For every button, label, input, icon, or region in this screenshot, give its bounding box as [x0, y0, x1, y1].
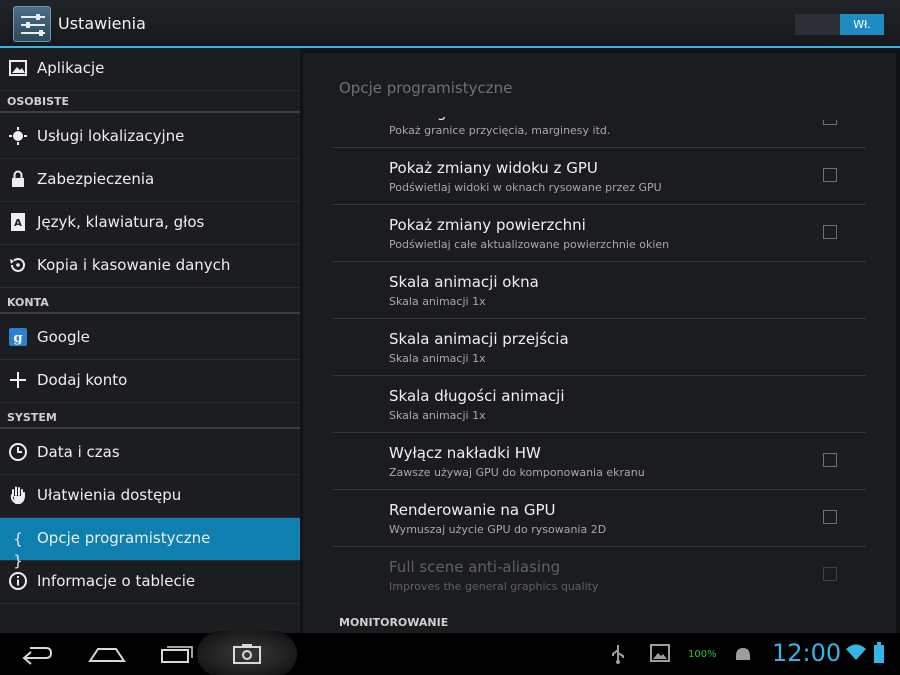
- action-bar: Ustawienia Wł.: [0, 0, 900, 48]
- status-clock[interactable]: 12:00: [772, 639, 841, 667]
- pref-checkbox[interactable]: [823, 225, 837, 239]
- battery-icon[interactable]: [873, 642, 885, 668]
- sidebar-item-label: Informacje o tablecie: [37, 572, 196, 590]
- clock-icon: [7, 442, 29, 464]
- sidebar-item-backup[interactable]: Kopia i kasowanie danych: [0, 245, 300, 288]
- section-header-system: SYSTEM: [0, 407, 300, 429]
- sidebar-item-add-account[interactable]: Dodaj konto: [0, 360, 300, 403]
- settings-sliders-icon[interactable]: [13, 6, 51, 42]
- pref-checkbox[interactable]: [823, 453, 837, 467]
- sidebar-item-language[interactable]: A Język, klawiatura, głos: [0, 202, 300, 245]
- screenshot-icon: [232, 643, 262, 669]
- pref-summary: Skala animacji 1x: [389, 352, 486, 365]
- detail-pane: Opcje programistyczne Pokaż granice Poka…: [300, 48, 900, 633]
- android-icon[interactable]: [733, 644, 753, 666]
- section-header-label: SYSTEM: [7, 411, 57, 424]
- pref-title: Pokaż granice: [389, 103, 493, 121]
- sidebar-item-label: Data i czas: [37, 443, 120, 461]
- sidebar-item-date-time[interactable]: Data i czas: [0, 432, 300, 475]
- sidebar-item-label: Ułatwienia dostępu: [37, 486, 182, 504]
- pref-title: Pokaż zmiany powierzchni: [389, 216, 586, 234]
- pref-summary: Skala animacji 1x: [389, 409, 486, 422]
- pref-summary: Zawsze używaj GPU do komponowania ekranu: [389, 466, 645, 479]
- sidebar-item-security[interactable]: Zabezpieczenia: [0, 159, 300, 202]
- pref-show-gpu-view-updates[interactable]: Pokaż zmiany widoku z GPU Podświetlaj wi…: [333, 148, 866, 205]
- svg-text:A: A: [14, 218, 22, 229]
- pref-checkbox[interactable]: [823, 168, 837, 182]
- pref-title: Wyłącz nakładki HW: [389, 444, 541, 462]
- section-header-accounts: KONTA: [0, 292, 300, 314]
- back-icon[interactable]: [8, 639, 64, 669]
- pref-transition-animation-scale[interactable]: Skala animacji przejścia Skala animacji …: [333, 319, 866, 376]
- pref-title: Skala animacji okna: [389, 273, 539, 291]
- page-title: Ustawienia: [58, 14, 146, 33]
- sidebar-item-apps[interactable]: Aplikacje: [0, 48, 300, 91]
- section-header-personal: OSOBISTE: [0, 91, 300, 113]
- sidebar-item-label: Dodaj konto: [37, 371, 128, 389]
- pref-summary: Wymuszaj użycie GPU do rysowania 2D: [389, 523, 607, 536]
- location-icon: [7, 126, 29, 148]
- lock-icon: [7, 169, 29, 191]
- sidebar-item-label: Usługi lokalizacyjne: [37, 127, 185, 145]
- pref-checkbox[interactable]: [823, 120, 837, 125]
- sidebar-item-location[interactable]: Usługi lokalizacyjne: [0, 116, 300, 159]
- home-icon[interactable]: [78, 639, 134, 669]
- pref-summary: Skala animacji 1x: [389, 295, 486, 308]
- pref-title: Renderowanie na GPU: [389, 501, 556, 519]
- pref-full-scene-aa: Full scene anti-aliasing Improves the ge…: [333, 547, 866, 604]
- svg-text:g: g: [13, 331, 22, 346]
- sidebar-item-label: Opcje programistyczne: [37, 529, 211, 547]
- plus-icon: [7, 370, 29, 392]
- gallery-icon[interactable]: [650, 644, 670, 666]
- sidebar-item-accessibility[interactable]: Ułatwienia dostępu: [0, 475, 300, 518]
- section-header-label: OSOBISTE: [7, 95, 70, 108]
- pref-show-surface-updates[interactable]: Pokaż zmiany powierzchni Podświetlaj cał…: [333, 205, 866, 262]
- pref-title: Skala animacji przejścia: [389, 330, 569, 348]
- developer-options-toggle[interactable]: Wł.: [795, 14, 884, 35]
- sidebar-item-label: Aplikacje: [37, 59, 105, 77]
- pref-summary: Podświetlaj całe aktualizowane powierzch…: [389, 238, 670, 251]
- toggle-on-label: Wł.: [840, 14, 884, 35]
- pref-force-gpu-rendering[interactable]: Renderowanie na GPU Wymuszaj użycie GPU …: [333, 490, 866, 547]
- category-monitoring: MONITOROWANIE: [339, 616, 449, 629]
- pref-summary: Improves the general graphics quality: [389, 580, 599, 593]
- sidebar-item-google[interactable]: g Google: [0, 317, 300, 360]
- pref-animator-duration-scale[interactable]: Skala długości animacji Skala animacji 1…: [333, 376, 866, 433]
- developer-options-panel[interactable]: Opcje programistyczne Pokaż granice Poka…: [303, 53, 896, 633]
- pref-checkbox: [823, 567, 837, 581]
- picture-icon: [7, 58, 29, 80]
- settings-sidebar: Aplikacje OSOBISTE Usługi lokalizacyjne …: [0, 48, 300, 633]
- braces-icon: { }: [13, 530, 23, 570]
- section-header-label: KONTA: [7, 296, 49, 309]
- pref-window-animation-scale[interactable]: Skala animacji okna Skala animacji 1x: [333, 262, 866, 319]
- recent-apps-icon[interactable]: [148, 639, 204, 669]
- google-icon: g: [7, 327, 29, 349]
- pref-checkbox[interactable]: [823, 510, 837, 524]
- info-icon: [7, 571, 29, 593]
- sidebar-item-label: Zabezpieczenia: [37, 170, 155, 188]
- sidebar-item-label: Google: [37, 328, 90, 346]
- pref-title: Pokaż zmiany widoku z GPU: [389, 159, 598, 177]
- pref-summary: Pokaż granice przycięcia, marginesy itd.: [389, 124, 611, 137]
- sidebar-item-developer-options[interactable]: { } Opcje programistyczne: [0, 518, 300, 570]
- pref-disable-hw-overlays[interactable]: Wyłącz nakładki HW Zawsze używaj GPU do …: [333, 433, 866, 490]
- pref-summary: Podświetlaj widoki w oknach rysowane prz…: [389, 181, 662, 194]
- pref-title: Full scene anti-aliasing: [389, 558, 561, 576]
- usb-icon[interactable]: [609, 644, 627, 668]
- sidebar-item-label: Język, klawiatura, głos: [37, 213, 205, 231]
- wifi-icon[interactable]: [845, 642, 867, 666]
- pref-show-layout-bounds[interactable]: Pokaż granice Pokaż granice przycięcia, …: [333, 91, 866, 148]
- sidebar-item-about-tablet[interactable]: Informacje o tablecie: [0, 561, 300, 604]
- keyboard-icon: A: [7, 212, 29, 234]
- pref-title: Skala długości animacji: [389, 387, 565, 405]
- system-bar: 100% 12:00: [0, 631, 900, 675]
- sidebar-item-label: Kopia i kasowanie danych: [37, 256, 231, 274]
- screenshot-button[interactable]: [197, 631, 297, 675]
- hand-icon: [7, 485, 29, 507]
- battery-percentage: 100%: [688, 649, 717, 660]
- backup-icon: [7, 255, 29, 277]
